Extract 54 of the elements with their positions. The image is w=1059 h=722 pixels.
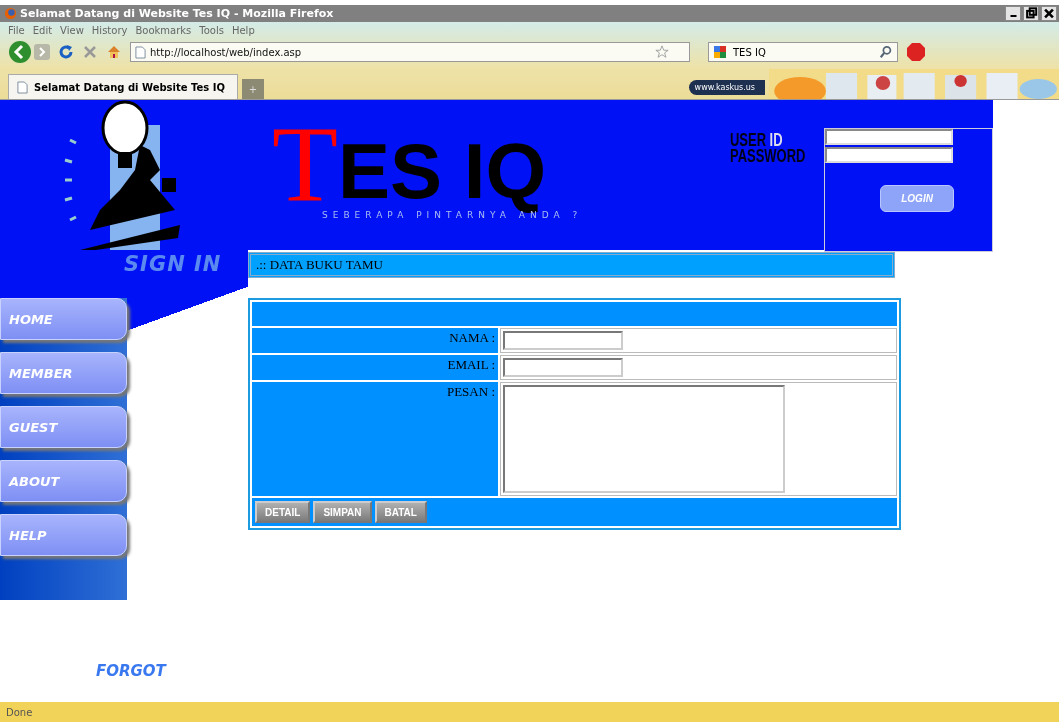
status-text: Done [6, 706, 33, 718]
menu-item[interactable]: Help [231, 25, 255, 36]
new-tab-button[interactable]: + [241, 79, 264, 99]
password-field[interactable] [825, 147, 954, 163]
search-field[interactable]: TES IQ [708, 42, 898, 62]
nav-button[interactable]: MEMBER [0, 352, 127, 394]
restore-button[interactable] [1023, 6, 1039, 21]
login-button[interactable]: LOGIN [880, 185, 955, 212]
forgot-link[interactable]: FORGOT [96, 662, 166, 680]
menu-item[interactable]: File [8, 25, 25, 36]
user-id-field[interactable] [825, 129, 954, 145]
field-label: NAMA : [449, 330, 495, 346]
message-field[interactable] [503, 385, 785, 493]
input-field[interactable] [503, 358, 623, 377]
minimize-button[interactable] [1005, 6, 1021, 21]
field-label: EMAIL : [447, 357, 495, 373]
menu-item[interactable]: View [60, 25, 84, 36]
stop-icon[interactable] [82, 44, 98, 60]
globe-icon [4, 7, 17, 20]
field-label: PESAN : [446, 384, 495, 400]
google-icon [713, 45, 727, 59]
nav-button[interactable]: GUEST [0, 406, 127, 448]
page-icon [135, 45, 146, 59]
window-title: Selamat Datang di Website Tes IQ - Mozilla Firefox [20, 7, 334, 20]
sign-in-heading[interactable]: SIGN IN [124, 252, 222, 276]
section-title: .:: DATA BUKU TAMU [248, 252, 895, 278]
tagline: SEBERAPA PINTARNYA ANDA ? [322, 210, 583, 220]
back-button[interactable] [8, 40, 32, 64]
form-button[interactable]: SIMPAN [313, 501, 372, 523]
password-label: PASSWORD [730, 148, 803, 164]
input-field[interactable] [503, 331, 623, 350]
address-field[interactable]: http://localhost/web/index.asp [130, 42, 690, 62]
ad-link[interactable]: www.kaskus.us [688, 80, 765, 95]
home-icon[interactable] [106, 44, 122, 60]
nav-button[interactable]: ABOUT [0, 460, 127, 502]
star-icon[interactable] [655, 45, 669, 59]
stop-sign-icon[interactable] [906, 42, 926, 62]
form-button[interactable]: BATAL [374, 501, 427, 523]
minimize-icon [1009, 15, 1017, 17]
page-icon [17, 80, 28, 94]
nav-button[interactable]: HELP [0, 514, 127, 556]
reload-icon[interactable] [58, 44, 74, 60]
menu-item[interactable]: Bookmarks [135, 25, 192, 36]
close-icon [1042, 7, 1056, 20]
menu-item[interactable]: Edit [32, 25, 53, 36]
user-id-label: USER ID [730, 132, 783, 148]
nav-button[interactable]: HOME [0, 298, 127, 340]
form-button[interactable]: DETAIL [255, 501, 311, 523]
close-button[interactable] [1041, 6, 1057, 21]
browser-tab[interactable]: Selamat Datang di Website Tes IQ [8, 74, 238, 99]
menu-item[interactable]: Tools [199, 25, 224, 36]
search-icon[interactable] [879, 45, 893, 59]
restore-icon [1024, 7, 1038, 20]
menu-item[interactable]: History [91, 25, 128, 36]
